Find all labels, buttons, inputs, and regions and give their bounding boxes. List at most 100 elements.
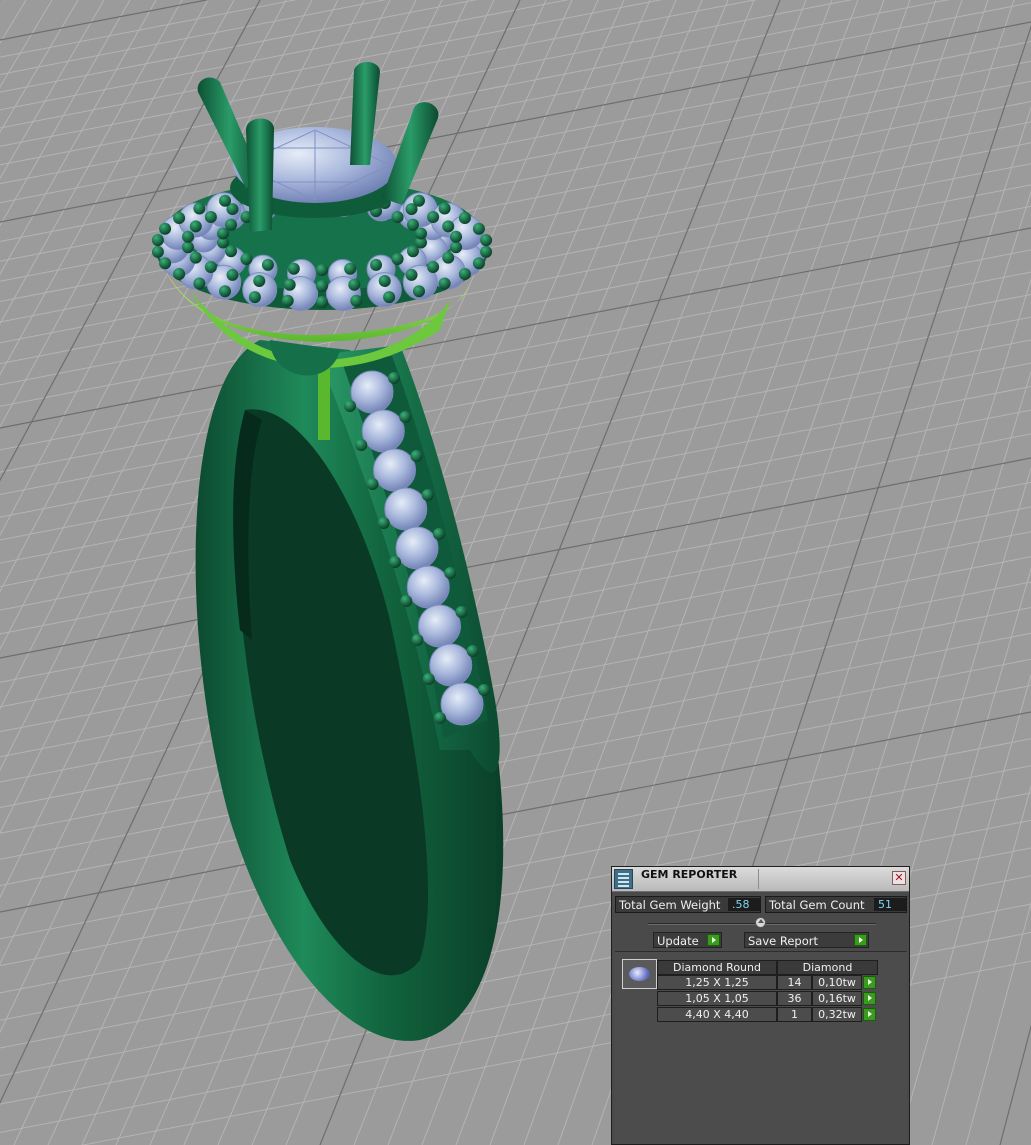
halo-bead (281, 294, 294, 307)
update-button[interactable]: Update (653, 932, 722, 948)
halo-bead (378, 274, 391, 287)
shank-stone (350, 370, 394, 414)
halo-bead (316, 264, 328, 276)
total-gem-count-value: 51 (874, 898, 906, 911)
shank-bead (366, 478, 379, 490)
shank-stone (440, 682, 484, 726)
halo-bead (458, 212, 471, 224)
shank-bead (433, 528, 445, 540)
shank-bead (444, 567, 457, 579)
halo-bead (253, 274, 266, 287)
halo-bead (225, 218, 238, 231)
halo-bead (348, 278, 361, 291)
halo-bead (181, 241, 194, 254)
total-gem-weight-label: Total Gem Weight (619, 898, 721, 912)
halo-bead (173, 212, 186, 224)
play-arrow-icon (707, 934, 720, 946)
halo-bead (193, 202, 206, 215)
shank-bead (399, 411, 412, 423)
shank-bead (422, 673, 435, 685)
halo-bead (383, 291, 396, 304)
row-size: 1,05 X 1,05 (657, 991, 777, 1006)
halo-bead (414, 227, 427, 240)
halo-bead (193, 277, 206, 290)
halo-bead (405, 268, 418, 281)
shank-bead (355, 439, 368, 451)
halo-bead (391, 211, 404, 224)
gem-reporter-titlebar[interactable]: GEM REPORTER ✕ (612, 867, 909, 892)
row-weight: 0,10tw (812, 975, 862, 990)
shank-bead (421, 489, 434, 501)
halo-bead (181, 230, 194, 243)
update-label: Update (657, 934, 699, 948)
halo-bead (438, 277, 451, 290)
shank-bead (344, 400, 356, 412)
close-icon[interactable]: ✕ (892, 871, 906, 885)
halo-bead (189, 220, 202, 233)
halo-bead (159, 222, 172, 235)
halo-bead (427, 211, 440, 224)
halo-bead (480, 234, 493, 247)
halo-bead (350, 294, 363, 307)
halo-bead (412, 194, 425, 207)
halo-bead (458, 268, 471, 280)
halo-bead (226, 268, 239, 281)
halo-bead (442, 251, 455, 264)
halo-bead (151, 234, 164, 247)
save-report-label: Save Report (748, 934, 819, 948)
total-gem-count: Total Gem Count 51 (765, 896, 907, 913)
halo-bead (370, 258, 383, 271)
halo-bead (189, 251, 202, 264)
gem-reporter-panel: GEM REPORTER ✕ Total Gem Weight .58 Tota… (611, 866, 910, 1145)
shank-stone (429, 643, 473, 687)
play-arrow-icon (854, 934, 867, 946)
total-gem-weight-value: .58 (728, 898, 760, 911)
total-gem-weight: Total Gem Weight .58 (615, 896, 761, 913)
gem-reporter-app-icon (614, 869, 633, 889)
halo-bead (442, 220, 455, 233)
shank-stone (418, 604, 461, 648)
row-select-arrow-icon[interactable] (863, 1008, 876, 1021)
shank-stone (384, 487, 428, 531)
prong-front-left (246, 118, 274, 232)
halo-bead (151, 245, 164, 258)
shank-stone (406, 565, 450, 609)
shank-stone (395, 526, 439, 570)
row-count: 36 (777, 991, 812, 1006)
shank-bead (466, 645, 479, 657)
title-divider (758, 869, 759, 889)
halo-bead (427, 260, 440, 273)
halo-bead (472, 222, 485, 235)
shank-bead (434, 712, 446, 724)
shank-bead (389, 556, 401, 568)
row-select-arrow-icon[interactable] (863, 992, 876, 1005)
halo-bead (316, 296, 328, 308)
column-header-shape: Diamond Round (657, 960, 777, 975)
round-gem-icon[interactable] (622, 959, 657, 989)
halo-bead (248, 291, 261, 304)
halo-bead (450, 230, 463, 243)
shank-stone (373, 448, 416, 492)
halo-bead (219, 194, 232, 207)
halo-bead (316, 280, 328, 292)
shank-bead (388, 372, 400, 384)
row-weight: 0,32tw (812, 1007, 862, 1022)
shank-bead (478, 684, 490, 696)
save-report-button[interactable]: Save Report (744, 932, 869, 948)
row-count: 14 (777, 975, 812, 990)
halo-bead (261, 258, 274, 271)
row-count: 1 (777, 1007, 812, 1022)
halo-bead (344, 262, 357, 275)
gem-list: Diamond Round Diamond 1,25 X 1,25 14 0,1… (615, 951, 907, 1144)
shank-bead (410, 450, 423, 462)
halo-bead (450, 241, 463, 254)
row-select-arrow-icon[interactable] (863, 976, 876, 989)
panel-slider-handle[interactable] (755, 917, 766, 928)
halo-bead (287, 262, 300, 275)
halo-bead (204, 211, 217, 224)
halo-bead (472, 257, 485, 270)
panel-title: GEM REPORTER (641, 868, 738, 881)
column-header-material: Diamond (777, 960, 878, 975)
row-size: 4,40 X 4,40 (657, 1007, 777, 1022)
row-weight: 0,16tw (812, 991, 862, 1006)
